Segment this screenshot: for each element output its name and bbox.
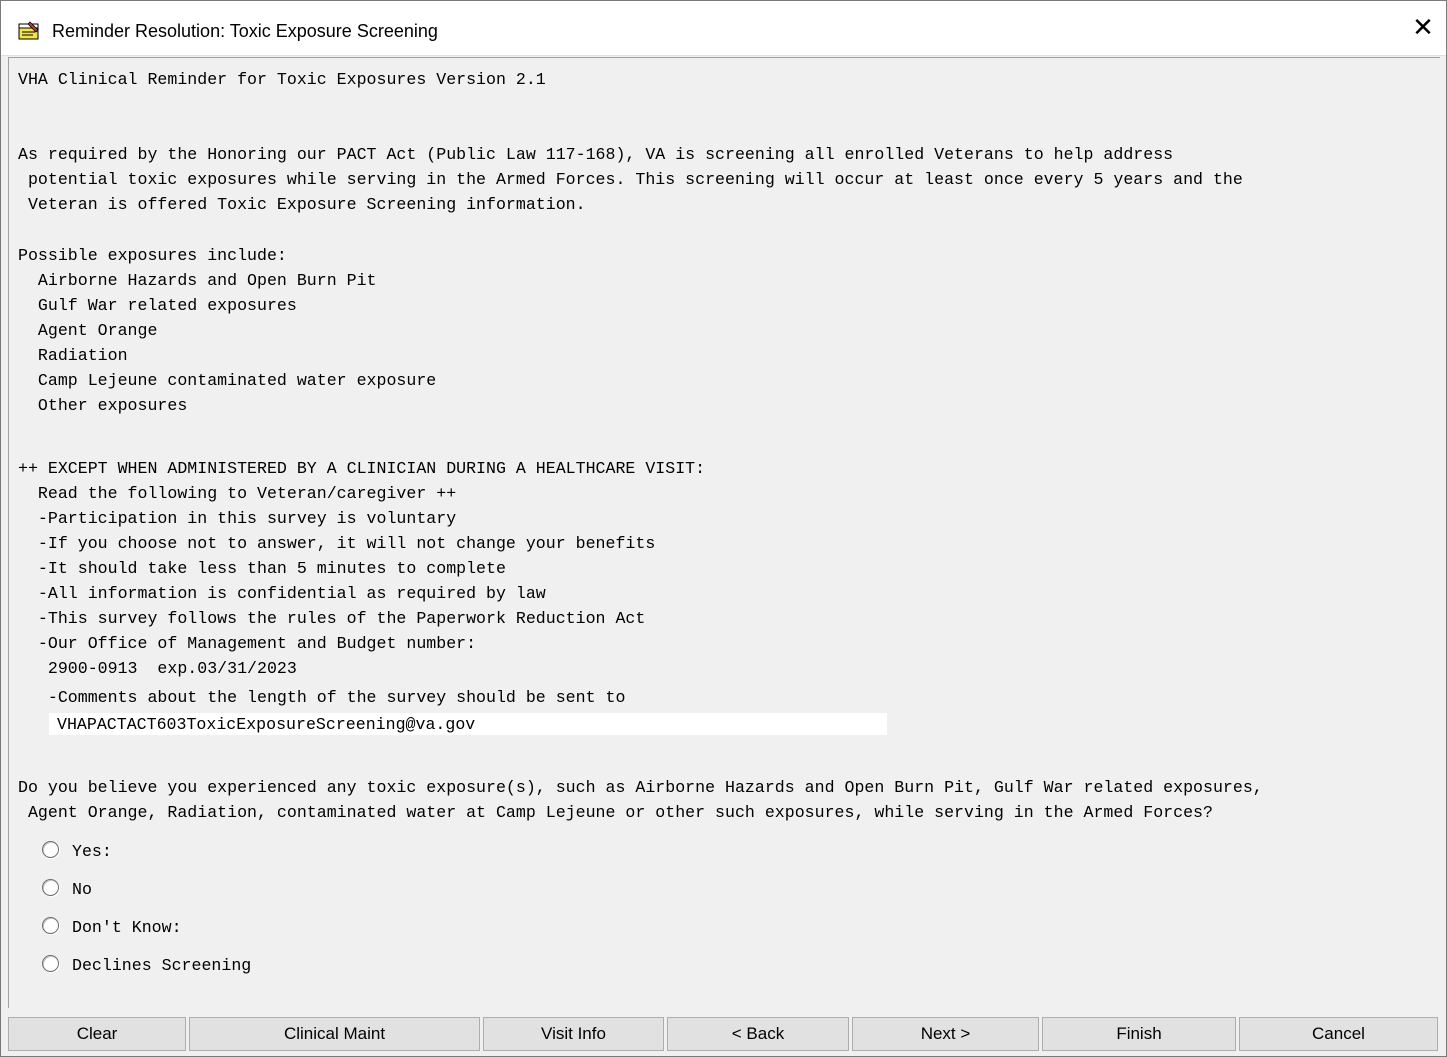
notice-line: Read the following to Veteran/caregiver … (18, 484, 457, 503)
comments-line: -Comments about the length of the survey… (18, 688, 626, 707)
close-button[interactable]: ✕ (1400, 1, 1446, 55)
notice-line: -Participation in this survey is volunta… (18, 509, 457, 528)
reminder-content-panel: VHA Clinical Reminder for Toxic Exposure… (8, 57, 1440, 1008)
clinical-maint-button[interactable]: Clinical Maint (189, 1017, 480, 1051)
clinician-notice: ++ EXCEPT WHEN ADMINISTERED BY A CLINICI… (18, 459, 706, 478)
back-button[interactable]: < Back (667, 1017, 849, 1051)
exposure-item: Other exposures (18, 396, 188, 415)
omb-number: 2900-0913 exp.03/31/2023 (18, 659, 297, 678)
option-declines-screening[interactable]: Declines Screening (42, 953, 251, 977)
finish-button[interactable]: Finish (1042, 1017, 1236, 1051)
option-yes-label: Yes: (72, 841, 112, 861)
cancel-button[interactable]: Cancel (1239, 1017, 1438, 1051)
option-dont-know-label: Don't Know: (72, 917, 182, 937)
visit-info-button[interactable]: Visit Info (483, 1017, 664, 1051)
email-address-field[interactable]: VHAPACTACT603ToxicExposureScreening@va.g… (49, 713, 887, 735)
intro-line-3: Veteran is offered Toxic Exposure Screen… (18, 195, 586, 214)
notice-line: -All information is confidential as requ… (18, 584, 546, 603)
exposure-item: Gulf War related exposures (18, 296, 297, 315)
notice-line: -This survey follows the rules of the Pa… (18, 609, 646, 628)
radio-button[interactable] (42, 916, 59, 934)
question-line-2: Agent Orange, Radiation, contaminated wa… (18, 803, 1213, 822)
close-icon: ✕ (1412, 13, 1434, 43)
exposures-heading: Possible exposures include: (18, 246, 287, 265)
exposure-item: Radiation (18, 346, 128, 365)
title-bar: Reminder Resolution: Toxic Exposure Scre… (1, 1, 1446, 56)
notice-line: -It should take less than 5 minutes to c… (18, 559, 506, 578)
reminder-icon (18, 21, 39, 40)
notice-line: -If you choose not to answer, it will no… (18, 534, 656, 553)
email-address: VHAPACTACT603ToxicExposureScreening@va.g… (57, 715, 476, 734)
exposure-item: Agent Orange (18, 321, 158, 340)
intro-line-2: potential toxic exposures while serving … (18, 170, 1243, 189)
option-no-label: No (72, 879, 92, 899)
button-bar: Clear Clinical Maint Visit Info < Back N… (8, 1017, 1439, 1053)
option-declines-label: Declines Screening (72, 955, 252, 975)
window-title: Reminder Resolution: Toxic Exposure Scre… (52, 21, 438, 41)
clear-button[interactable]: Clear (8, 1017, 186, 1051)
radio-button[interactable] (42, 878, 59, 896)
option-dont-know[interactable]: Don't Know: (42, 915, 182, 939)
next-button[interactable]: Next > (852, 1017, 1039, 1051)
option-yes[interactable]: Yes: (42, 839, 112, 863)
reminder-version-line: VHA Clinical Reminder for Toxic Exposure… (18, 70, 546, 89)
exposure-item: Airborne Hazards and Open Burn Pit (18, 271, 377, 290)
radio-button[interactable] (42, 954, 59, 972)
notice-line: -Our Office of Management and Budget num… (18, 634, 477, 653)
option-no[interactable]: No (42, 877, 92, 901)
exposure-item: Camp Lejeune contaminated water exposure (18, 371, 437, 390)
reminder-resolution-window: Reminder Resolution: Toxic Exposure Scre… (0, 0, 1447, 1057)
radio-button[interactable] (42, 840, 59, 858)
intro-line-1: As required by the Honoring our PACT Act… (18, 145, 1174, 164)
question-line-1: Do you believe you experienced any toxic… (18, 778, 1263, 797)
